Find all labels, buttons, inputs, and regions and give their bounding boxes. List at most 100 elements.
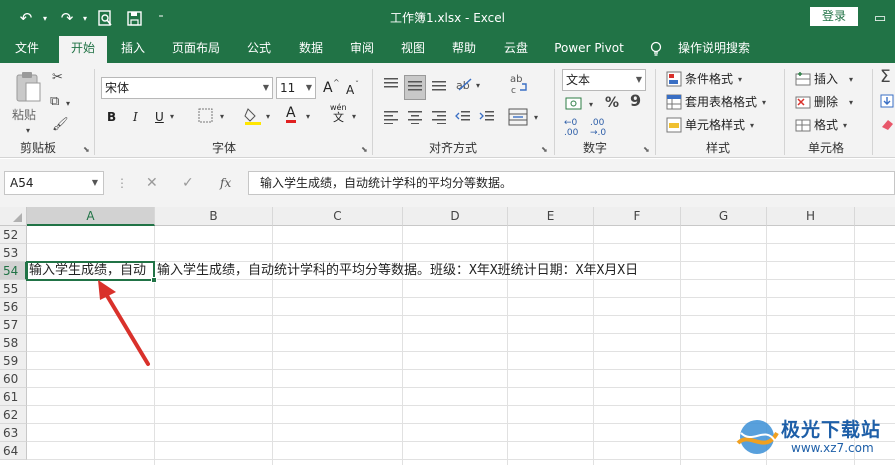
row-header-55[interactable]: 55: [0, 280, 27, 298]
row-header-56[interactable]: 56: [0, 298, 27, 316]
tab-review[interactable]: 审阅: [343, 36, 381, 63]
row-header-58[interactable]: 58: [0, 334, 27, 352]
format-as-table-dropdown-icon[interactable]: ▾: [762, 95, 766, 111]
name-box[interactable]: A54 ▼: [4, 171, 104, 195]
number-launcher-icon[interactable]: ⬊: [643, 145, 650, 154]
insert-cells-icon[interactable]: [795, 71, 811, 92]
copy-icon[interactable]: ⧉: [50, 94, 59, 110]
row-header-57[interactable]: 57: [0, 316, 27, 334]
delete-cells-dropdown-icon[interactable]: ▾: [849, 95, 853, 111]
merge-center-icon[interactable]: [508, 108, 528, 131]
increase-decimal-icon[interactable]: ←0.00: [564, 118, 578, 138]
row-header-53[interactable]: 53: [0, 244, 27, 262]
align-bottom-icon[interactable]: [431, 77, 447, 96]
clipboard-launcher-icon[interactable]: ⬊: [83, 145, 90, 154]
column-header-b[interactable]: B: [155, 207, 273, 226]
tab-formulas[interactable]: 公式: [240, 36, 278, 63]
conditional-format-dropdown-icon[interactable]: ▾: [738, 72, 742, 88]
comma-style-button[interactable]: 9: [630, 93, 641, 109]
paste-label[interactable]: 粘贴: [12, 107, 36, 123]
decrease-indent-icon[interactable]: [455, 110, 471, 129]
font-size-select[interactable]: 11 ▼: [276, 77, 316, 99]
row-header-64[interactable]: 64: [0, 442, 27, 460]
fill-icon[interactable]: [880, 94, 894, 113]
column-header-e[interactable]: E: [508, 207, 594, 226]
row-header-60[interactable]: 60: [0, 370, 27, 388]
login-button[interactable]: 登录: [810, 7, 858, 26]
conditional-format-button[interactable]: 条件格式: [685, 71, 733, 87]
tell-me-search[interactable]: 操作说明搜索: [672, 36, 756, 63]
row-header-61[interactable]: 61: [0, 388, 27, 406]
format-cells-button[interactable]: 格式: [814, 117, 838, 133]
cut-icon[interactable]: ✂: [52, 70, 63, 86]
tab-data[interactable]: 数据: [292, 36, 330, 63]
fill-dropdown-icon[interactable]: ▾: [266, 109, 270, 125]
enter-icon[interactable]: ✓: [182, 175, 194, 191]
select-all-corner[interactable]: [0, 207, 27, 226]
format-cells-dropdown-icon[interactable]: ▾: [843, 118, 847, 134]
tab-view[interactable]: 视图: [394, 36, 432, 63]
more-options-icon[interactable]: ⋮: [116, 175, 128, 191]
chevron-down-icon[interactable]: ▼: [92, 172, 98, 194]
row-header-52[interactable]: 52: [0, 226, 27, 244]
orientation-icon[interactable]: ab: [455, 76, 475, 97]
border-dropdown-icon[interactable]: ▾: [220, 109, 224, 125]
cell-styles-dropdown-icon[interactable]: ▾: [750, 118, 754, 134]
paste-dropdown-icon[interactable]: ▾: [26, 123, 30, 139]
tab-power-pivot[interactable]: Power Pivot: [550, 36, 628, 63]
align-center-icon[interactable]: [407, 110, 423, 129]
row-header-54[interactable]: 54: [0, 262, 27, 280]
formula-input[interactable]: 输入学生成绩，自动统计学科的平均分等数据。: [248, 171, 895, 195]
insert-cells-dropdown-icon[interactable]: ▾: [849, 72, 853, 88]
ribbon-display-icon[interactable]: ▭: [870, 8, 890, 28]
conditional-format-icon[interactable]: [666, 71, 682, 92]
tab-page-layout[interactable]: 页面布局: [164, 36, 228, 63]
cancel-icon[interactable]: ✕: [146, 175, 158, 191]
align-left-icon[interactable]: [383, 110, 399, 129]
phonetic-char[interactable]: 文: [333, 112, 344, 124]
italic-button[interactable]: I: [133, 109, 138, 125]
align-right-icon[interactable]: [431, 110, 447, 129]
fill-color-icon[interactable]: [244, 107, 262, 131]
tab-insert[interactable]: 插入: [114, 36, 152, 63]
format-as-table-icon[interactable]: [666, 94, 682, 115]
phonetic-dropdown-icon[interactable]: ▾: [352, 109, 356, 125]
insert-function-icon[interactable]: fx: [220, 175, 231, 191]
grow-font-icon[interactable]: A: [323, 80, 333, 96]
alignment-launcher-icon[interactable]: ⬊: [541, 145, 548, 154]
paste-icon[interactable]: [14, 71, 42, 112]
bold-button[interactable]: B: [107, 109, 116, 125]
delete-cells-button[interactable]: 删除: [814, 94, 838, 110]
cell-styles-button[interactable]: 单元格样式: [685, 117, 745, 133]
column-header-a[interactable]: A: [27, 207, 155, 226]
font-launcher-icon[interactable]: ⬊: [361, 145, 368, 154]
column-header-h[interactable]: H: [767, 207, 855, 226]
font-color-dropdown-icon[interactable]: ▾: [306, 109, 310, 125]
column-header-c[interactable]: C: [273, 207, 403, 226]
cell-b54[interactable]: 输入学生成绩，自动统计学科的平均分等数据。班级：X年X班统计日期：X年X月X日: [157, 262, 638, 280]
insert-cells-button[interactable]: 插入: [814, 71, 838, 87]
border-icon[interactable]: [198, 108, 214, 129]
column-header-f[interactable]: F: [594, 207, 681, 226]
increase-indent-icon[interactable]: [479, 110, 495, 129]
format-painter-icon[interactable]: 🖌: [52, 117, 69, 133]
underline-dropdown-icon[interactable]: ▾: [170, 109, 174, 125]
orientation-dropdown-icon[interactable]: ▾: [476, 78, 480, 94]
column-header-next[interactable]: [855, 207, 895, 226]
underline-button[interactable]: U: [155, 109, 164, 125]
row-header-62[interactable]: 62: [0, 406, 27, 424]
decrease-decimal-icon[interactable]: .00 →.0: [590, 118, 606, 138]
cell-styles-icon[interactable]: [666, 117, 682, 138]
align-middle-icon[interactable]: [404, 75, 426, 100]
shrink-font-icon[interactable]: A: [346, 82, 354, 98]
tab-help[interactable]: 帮助: [445, 36, 483, 63]
tab-home[interactable]: 开始: [59, 36, 107, 63]
copy-dropdown-icon[interactable]: ▾: [66, 96, 70, 112]
delete-cells-icon[interactable]: [795, 94, 811, 115]
format-as-table-button[interactable]: 套用表格格式: [685, 94, 757, 110]
percent-button[interactable]: %: [605, 95, 619, 111]
row-header-59[interactable]: 59: [0, 352, 27, 370]
align-top-icon[interactable]: [383, 77, 399, 96]
tab-cloud[interactable]: 云盘: [497, 36, 535, 63]
column-header-d[interactable]: D: [403, 207, 508, 226]
